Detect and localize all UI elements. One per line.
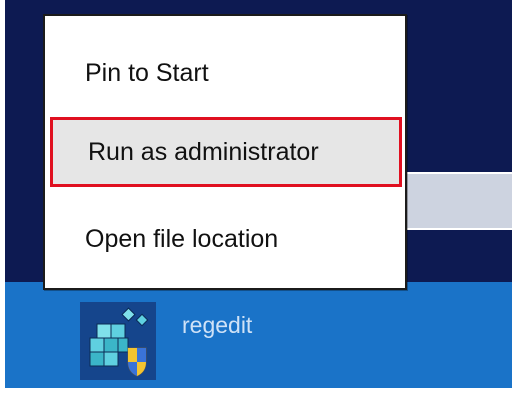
- app-name-label: regedit: [182, 312, 253, 338]
- search-result-regedit[interactable]: regedit: [80, 302, 380, 382]
- menu-item-pin-to-start[interactable]: Pin to Start: [45, 40, 405, 106]
- menu-item-run-as-administrator[interactable]: Run as administrator: [50, 117, 402, 187]
- menu-item-open-file-location[interactable]: Open file location: [45, 206, 405, 272]
- search-box[interactable]: [404, 172, 512, 230]
- context-menu: Pin to Start Run as administrator Open f…: [43, 14, 407, 290]
- regedit-icon: [80, 302, 156, 380]
- start-screen: regedit Pin to Start Run as administrato…: [0, 0, 512, 394]
